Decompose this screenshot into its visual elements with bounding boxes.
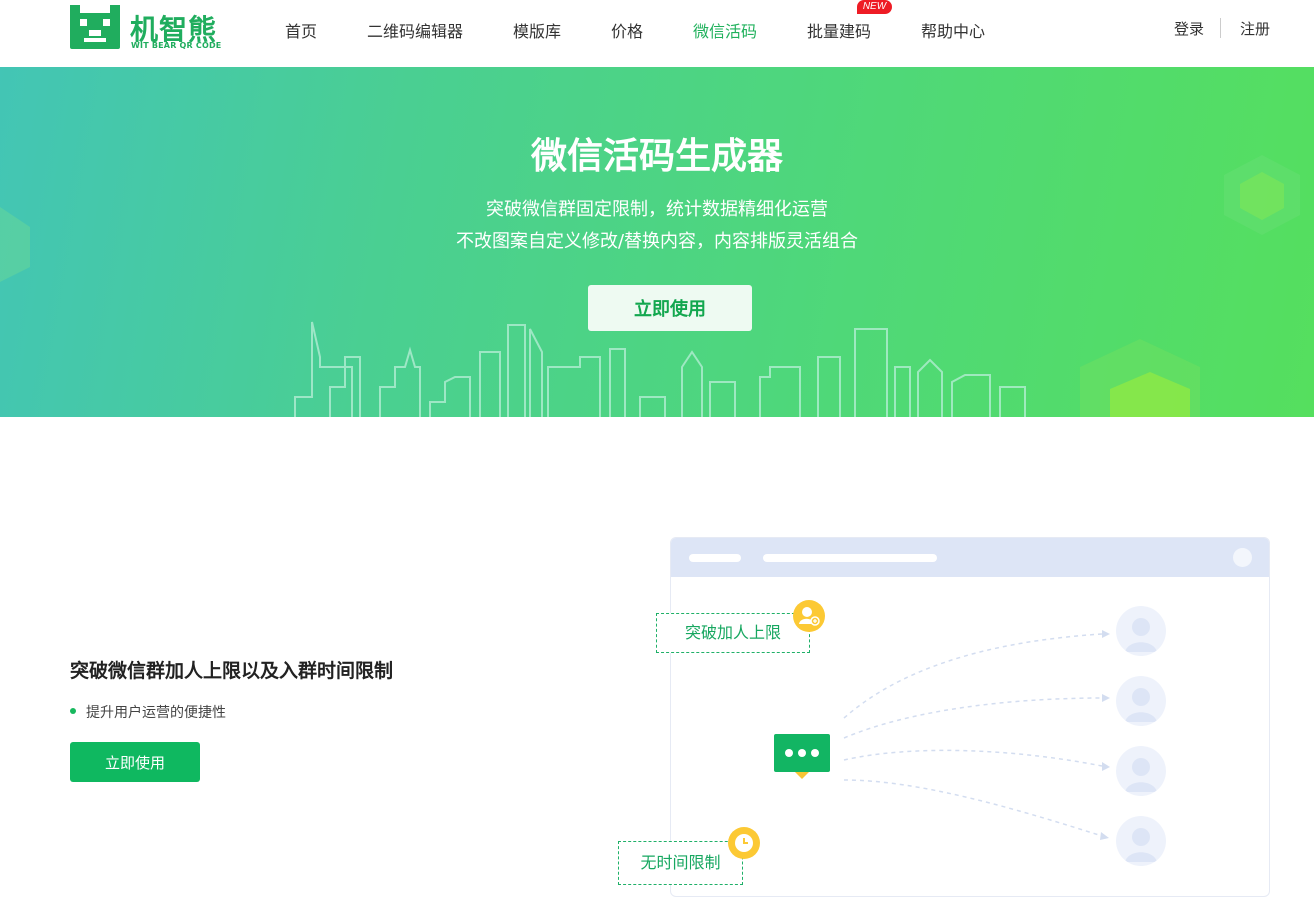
hero-use-now-button[interactable]: 立即使用 [588, 285, 752, 331]
hero-subtitle-line1: 突破微信群固定限制，统计数据精细化运营 [486, 199, 828, 220]
nav-item-templates[interactable]: 模版库 [513, 18, 561, 42]
new-badge: NEW [857, 0, 892, 14]
chat-bubble-icon [774, 734, 830, 779]
bullet-dot [70, 708, 76, 714]
nav-item-pricing[interactable]: 价格 [611, 18, 643, 42]
titlebar-dot [1233, 548, 1252, 567]
nav-item-help-center[interactable]: 帮助中心 [921, 18, 985, 42]
flow-arrows [843, 630, 1110, 840]
user-avatar-icon [1116, 816, 1166, 866]
titlebar-placeholder [689, 554, 741, 562]
clock-icon [728, 827, 760, 859]
feature-title: 突破微信群加人上限以及入群时间限制 [70, 660, 394, 682]
auth-divider [1220, 18, 1221, 38]
illustration-titlebar [671, 538, 1269, 577]
user-avatar-icon [1116, 676, 1166, 726]
user-avatar-icon [1116, 606, 1166, 656]
tag-break-limit: 突破加人上限 [656, 613, 810, 653]
login-link[interactable]: 登录 [1174, 18, 1204, 39]
register-link[interactable]: 注册 [1240, 18, 1270, 39]
feature-bullet: 提升用户运营的便捷性 [86, 705, 226, 721]
nav-item-qr-editor[interactable]: 二维码编辑器 [367, 18, 463, 42]
main-nav: 首页 二维码编辑器 模版库 价格 微信活码 批量建码 NEW 帮助中心 [0, 0, 1314, 57]
nav-item-home[interactable]: 首页 [285, 18, 317, 42]
user-add-icon [793, 600, 825, 632]
hero-subtitle-line2: 不改图案自定义修改/替换内容，内容排版灵活组合 [455, 231, 859, 252]
user-avatar-icon [1116, 746, 1166, 796]
titlebar-placeholder [763, 554, 937, 562]
hero-banner: 微信活码生成器 突破微信群固定限制，统计数据精细化运营 不改图案自定义修改/替换… [0, 67, 1314, 417]
feature-use-now-button[interactable]: 立即使用 [70, 742, 200, 782]
hero-title: 微信活码生成器 [530, 136, 783, 177]
nav-item-batch-create[interactable]: 批量建码 [807, 18, 871, 42]
tag-no-time-limit: 无时间限制 [618, 841, 743, 885]
site-header: 机智熊 WIT BEAR QR CODE 首页 二维码编辑器 模版库 价格 微信… [0, 0, 1314, 67]
nav-item-wechat-live-code[interactable]: 微信活码 [693, 18, 757, 42]
